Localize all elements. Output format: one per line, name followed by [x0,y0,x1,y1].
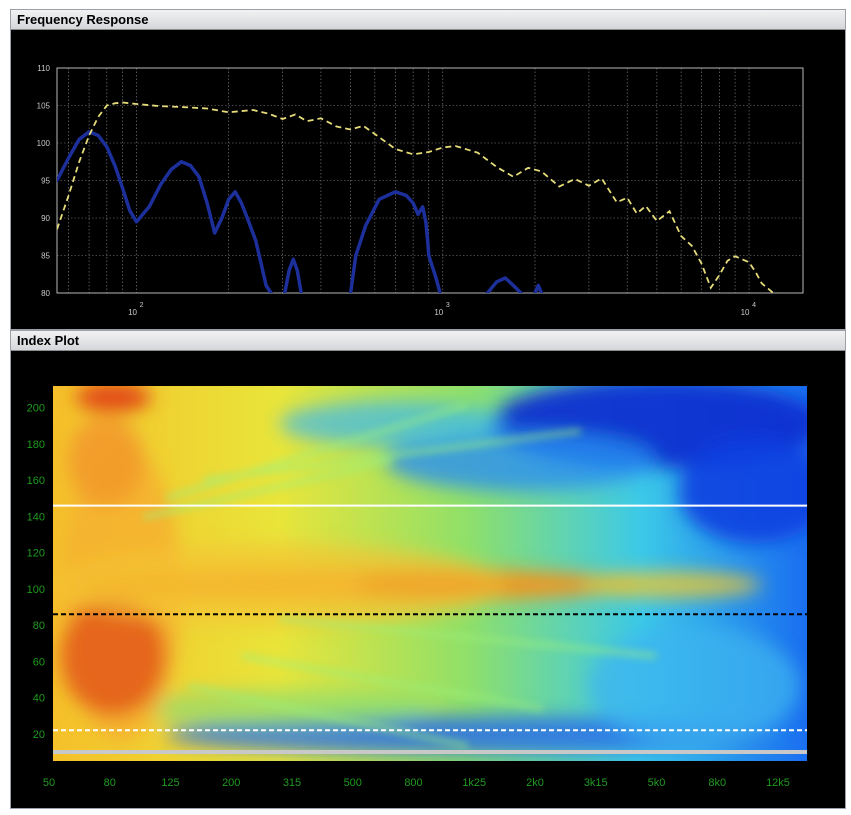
fr-y-tick-label: 95 [41,177,50,186]
ip-x-tick-label: 8k0 [708,777,726,789]
ip-x-tick-label: 3k15 [584,777,608,789]
ip-x-tick-label: 500 [344,777,362,789]
heatmap-cool-region [588,626,800,746]
ip-y-tick-label: 40 [33,693,45,705]
ip-x-tick-label: 80 [104,777,116,789]
fr-x-tick-label: 102 [128,302,144,317]
ip-x-tick-label: 125 [161,777,179,789]
ip-x-tick-label: 315 [283,777,301,789]
frequency-response-chart: 80859095100105110102103104 [37,64,804,317]
ip-y-tick-label: 160 [27,475,45,487]
index-plot-chart: 20 40 60 80 100 120 140 160 180 200 50 80 125 200 315 5… [27,386,807,789]
fr-y-tick-label: 85 [41,252,50,261]
ip-y-tick-label: 60 [33,656,45,668]
fr-y-tick-label: 105 [37,102,51,111]
fr-x-tick-exp: 3 [446,302,450,309]
fr-y-tick-label: 100 [37,139,51,148]
index-plot-title: Index Plot [11,331,845,351]
fr-phase-segment [533,283,544,293]
heatmap-cells [53,386,807,761]
fr-phase-segment [283,257,303,293]
index-plot-panel: Index Plot 20 40 60 80 100 120 140 160 180 200 50 8… [10,330,846,809]
ip-x-tick-label: 50 [43,777,55,789]
fr-phase-series [57,130,544,293]
heatmap-cold-region [678,438,807,544]
ip-x-tick-label: 2k0 [526,777,544,789]
ip-y-tick-label: 140 [27,511,45,523]
app-window: Frequency Response 80 85 90 95 100 105 110 10 2 1… [0,0,851,815]
ip-y-tick-label: 200 [27,403,45,415]
fr-spl-line [57,101,780,293]
fr-x-tick-base: 10 [741,308,750,317]
frequency-response-panel: Frequency Response 80 85 90 95 100 105 110 10 2 1… [10,9,846,330]
fr-x-tick-exp: 4 [752,302,756,309]
ip-x-tick-label: 1k25 [462,777,486,789]
heatmap-hot-region [68,416,144,506]
fr-y-tick-label: 80 [41,289,50,298]
heatmap-hot-region [75,386,152,413]
ip-x-tick-label: 200 [222,777,240,789]
ip-y-tick-label: 180 [27,439,45,451]
ip-x-tick-label: 12k5 [766,777,790,789]
heatmap-cool-region [279,401,506,446]
fr-x-tick-base: 10 [128,308,137,317]
ip-y-tick-label: 100 [27,584,45,596]
fr-x-tick-exp: 2 [140,302,144,309]
fr-phase-segment [485,276,523,293]
ip-x-tick-label: 5k0 [648,777,666,789]
frequency-response-title: Frequency Response [11,10,845,30]
fr-x-tick-base: 10 [434,308,443,317]
ip-x-tick-label: 800 [404,777,422,789]
fr-x-tick-label: 104 [741,302,757,317]
ip-y-tick-label: 120 [27,548,45,560]
heatmap-warm-band [580,571,762,598]
fr-y-tick-label: 110 [37,64,50,73]
fr-phase-segment [348,190,442,293]
ip-y-tick-label: 80 [33,620,45,632]
ip-y-tick-label: 20 [33,729,45,741]
fr-y-tick-label: 90 [41,214,50,223]
fr-x-tick-label: 103 [434,302,450,317]
